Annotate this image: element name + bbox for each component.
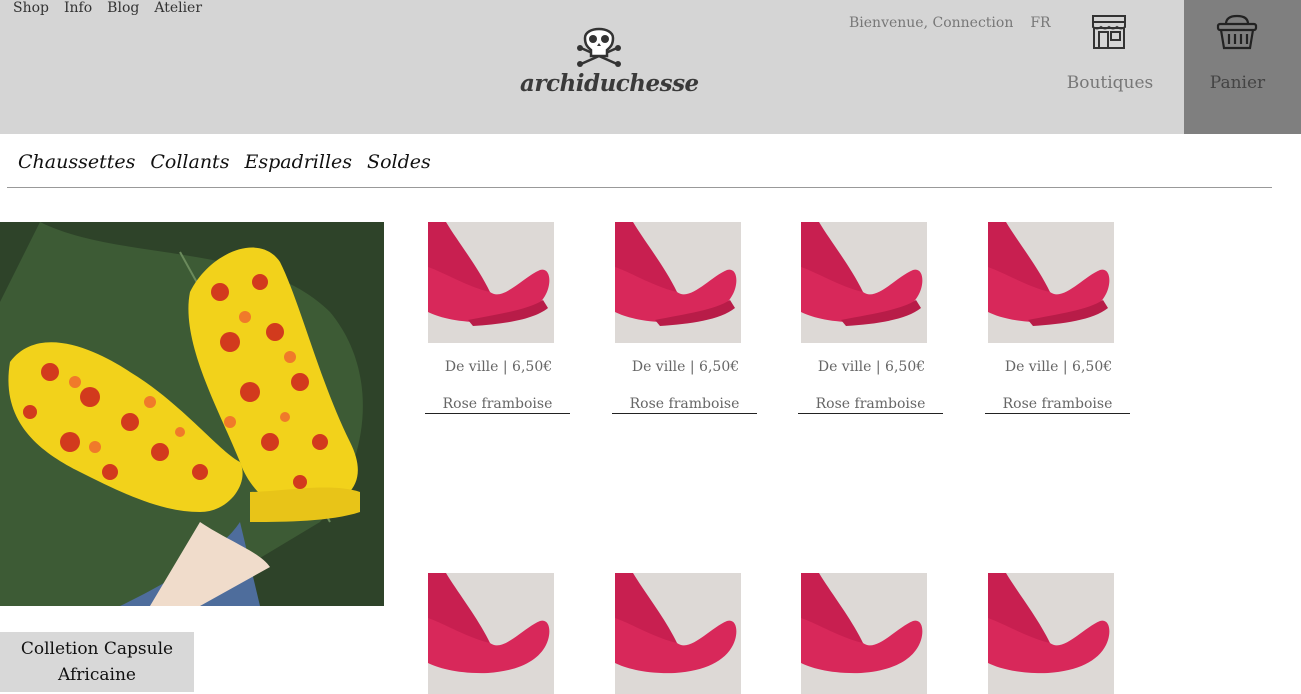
nav-shop[interactable]: Shop bbox=[13, 0, 49, 16]
hero-caption-line1: Colletion Capsule bbox=[20, 639, 174, 659]
pink-sock-photo bbox=[615, 222, 741, 343]
user-links: Bienvenue, Connection FR bbox=[849, 15, 1051, 31]
hero-photo bbox=[0, 222, 384, 606]
pink-sock-photo bbox=[988, 222, 1114, 343]
product-image[interactable] bbox=[615, 573, 741, 694]
product-image[interactable] bbox=[801, 222, 927, 343]
product-image[interactable] bbox=[428, 222, 554, 343]
cart-button[interactable]: Panier bbox=[1184, 0, 1301, 134]
boutiques-link[interactable]: Boutiques bbox=[1060, 0, 1160, 134]
nav-blog[interactable]: Blog bbox=[107, 0, 139, 16]
login-link[interactable]: Bienvenue, Connection bbox=[849, 15, 1013, 31]
cart-label: Panier bbox=[1209, 73, 1266, 93]
pink-sock-photo bbox=[428, 573, 554, 694]
product-color-link[interactable]: Rose framboise bbox=[985, 396, 1130, 414]
category-espadrilles[interactable]: Espadrilles bbox=[244, 151, 352, 173]
product-price: De ville | 6,50€ bbox=[444, 359, 553, 375]
nav-atelier[interactable]: Atelier bbox=[154, 0, 202, 16]
nav-info[interactable]: Info bbox=[64, 0, 92, 16]
category-chaussettes[interactable]: Chaussettes bbox=[18, 151, 135, 173]
top-nav: Shop Info Blog Atelier bbox=[13, 0, 202, 16]
category-soldes[interactable]: Soldes bbox=[367, 151, 431, 173]
hero-caption-line2: Africaine bbox=[58, 665, 136, 685]
hero-caption[interactable]: Colletion Capsule Africaine bbox=[0, 632, 194, 692]
logo-wordmark: archiduchesse bbox=[520, 70, 699, 97]
product-color-link[interactable]: Rose framboise bbox=[798, 396, 943, 414]
basket-icon bbox=[1216, 14, 1258, 50]
pink-sock-photo bbox=[801, 573, 927, 694]
store-icon bbox=[1092, 15, 1126, 49]
product-color-link[interactable]: Rose framboise bbox=[612, 396, 757, 414]
product-price: De ville | 6,50€ bbox=[631, 359, 740, 375]
product-image[interactable] bbox=[615, 222, 741, 343]
product-image[interactable] bbox=[428, 573, 554, 694]
site-logo[interactable]: archiduchesse bbox=[520, 20, 699, 104]
product-image[interactable] bbox=[801, 573, 927, 694]
divider bbox=[7, 187, 1272, 188]
product-color-link[interactable]: Rose framboise bbox=[425, 396, 570, 414]
site-header: Shop Info Blog Atelier archiduchesse Bie… bbox=[0, 0, 1301, 134]
language-switch[interactable]: FR bbox=[1030, 15, 1050, 31]
product-price: De ville | 6,50€ bbox=[817, 359, 926, 375]
skull-logo-icon bbox=[577, 27, 621, 67]
hero-image[interactable] bbox=[0, 222, 384, 606]
boutiques-label: Boutiques bbox=[1066, 73, 1154, 93]
pink-sock-photo bbox=[428, 222, 554, 343]
pink-sock-photo bbox=[615, 573, 741, 694]
product-price: De ville | 6,50€ bbox=[1004, 359, 1113, 375]
product-image[interactable] bbox=[988, 573, 1114, 694]
category-nav: Chaussettes Collants Espadrilles Soldes bbox=[18, 151, 431, 173]
category-collants[interactable]: Collants bbox=[150, 151, 229, 173]
product-image[interactable] bbox=[988, 222, 1114, 343]
pink-sock-photo bbox=[988, 573, 1114, 694]
pink-sock-photo bbox=[801, 222, 927, 343]
